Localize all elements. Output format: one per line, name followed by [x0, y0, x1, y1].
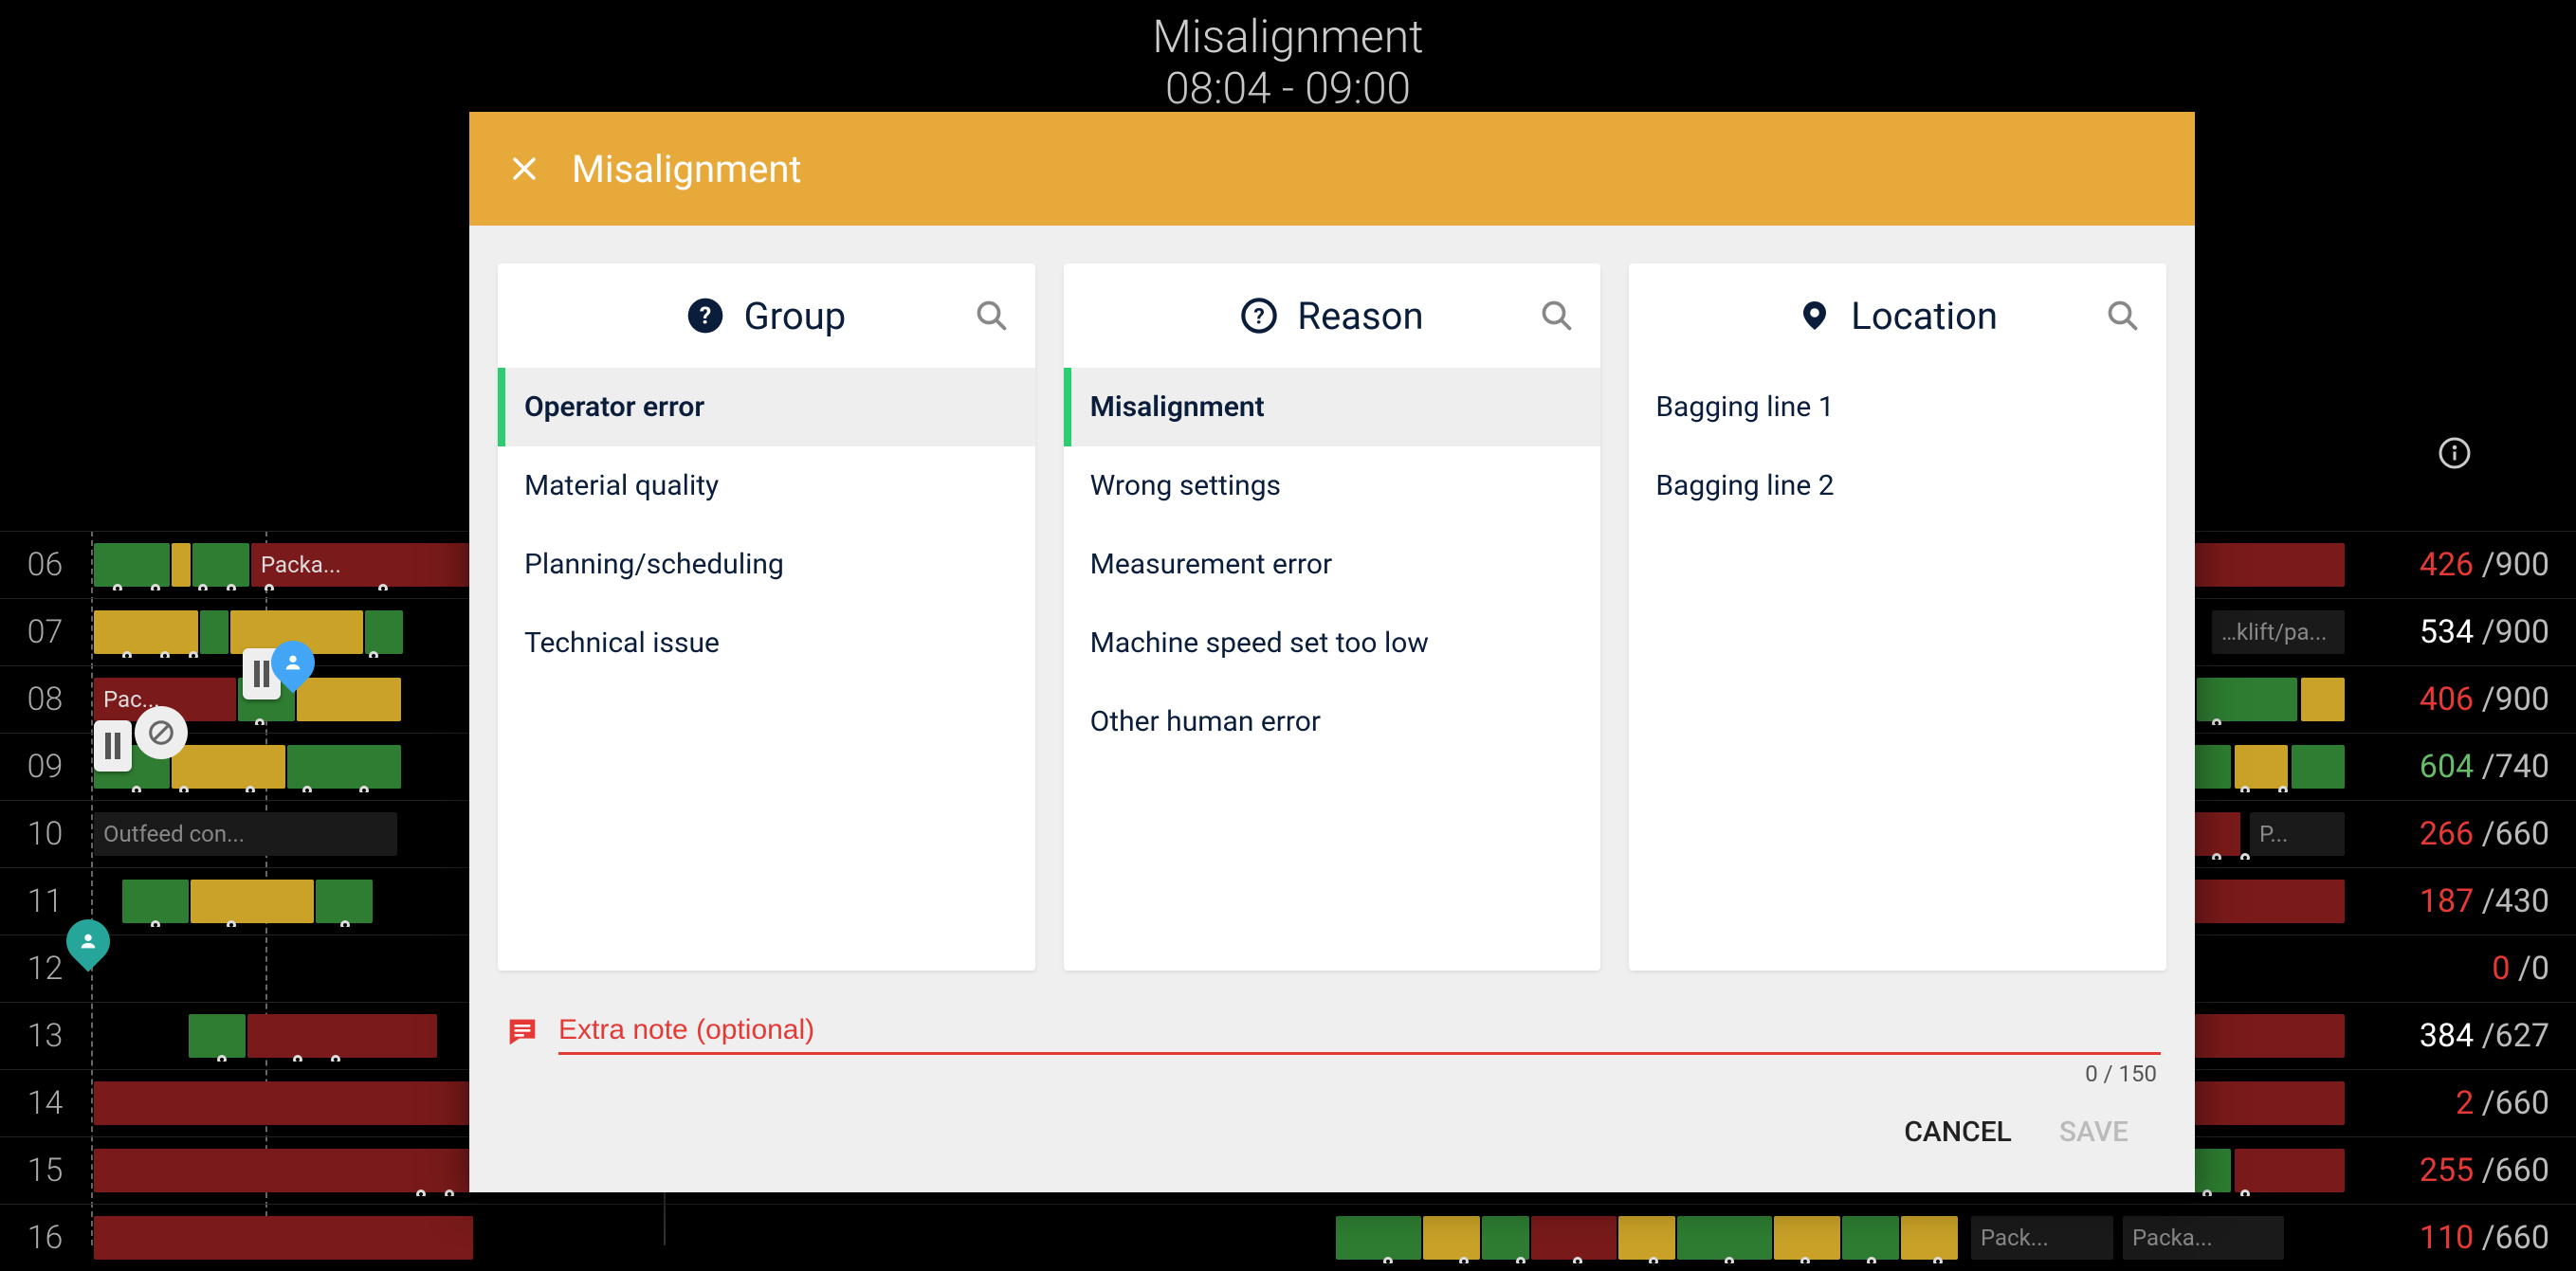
note-input[interactable]: [558, 1008, 2161, 1055]
list-item[interactable]: Technical issue: [498, 604, 1035, 682]
block-badge[interactable]: [135, 706, 188, 759]
hour-label: 06: [0, 546, 90, 584]
row-stats: 406 /900: [2348, 681, 2576, 718]
modal-title: Misalignment: [572, 147, 802, 191]
chip-label: Outfeed con...: [103, 821, 245, 847]
track[interactable]: Pack... Packa...: [94, 1212, 2345, 1263]
row-stats: 255 /660: [2348, 1152, 2576, 1189]
list-item[interactable]: Other human error: [1064, 682, 1601, 761]
row-stats: 110 /660: [2348, 1219, 2576, 1257]
note-row: [498, 1008, 2166, 1055]
panel-header: Location: [1629, 263, 2166, 368]
save-button[interactable]: SAVE: [2059, 1116, 2128, 1149]
hour-label: 09: [0, 748, 90, 786]
list-item[interactable]: Operator error: [498, 368, 1035, 446]
location-icon: [1798, 297, 1832, 335]
info-icon[interactable]: [2438, 436, 2472, 470]
row-stats: 0 /0: [2348, 950, 2576, 988]
list-item[interactable]: Machine speed set too low: [1064, 604, 1601, 682]
search-icon[interactable]: [975, 299, 1009, 333]
page-header: Misalignment 08:04 - 09:00: [0, 9, 2576, 115]
pause-badge[interactable]: [94, 720, 132, 772]
modal-body: ? Group Operator error Material quality …: [469, 226, 2195, 1192]
row-stats: 426 /900: [2348, 546, 2576, 584]
note-counter: 0 / 150: [498, 1061, 2166, 1087]
reason-list: Misalignment Wrong settings Measurement …: [1064, 368, 1601, 971]
cancel-button[interactable]: CANCEL: [1904, 1116, 2012, 1149]
row-stats: 2 /660: [2348, 1084, 2576, 1122]
group-panel: ? Group Operator error Material quality …: [498, 263, 1035, 971]
list-item[interactable]: Planning/scheduling: [498, 525, 1035, 604]
search-icon[interactable]: [2106, 299, 2140, 333]
row-stats: 604 /740: [2348, 748, 2576, 786]
hour-label: 16: [0, 1219, 90, 1257]
list-item[interactable]: Material quality: [498, 446, 1035, 525]
chip-label: Packa...: [2132, 1225, 2213, 1251]
chip-label: P...: [2259, 821, 2288, 847]
row-stats: 187 /430: [2348, 882, 2576, 920]
hour-label: 11: [0, 882, 90, 920]
panel-title: Reason: [1297, 294, 1423, 338]
location-panel: Location Bagging line 1 Bagging line 2: [1629, 263, 2166, 971]
close-icon[interactable]: [503, 148, 545, 190]
panel-title: Group: [743, 294, 846, 338]
help-outline-icon: ?: [1240, 297, 1278, 335]
time-range: 08:04 - 09:00: [0, 64, 2576, 115]
row-stats: 266 /660: [2348, 815, 2576, 853]
help-icon: ?: [686, 297, 724, 335]
hour-label: 10: [0, 815, 90, 853]
chip-label: Pack...: [1981, 1225, 2049, 1251]
chip-label: …klift/pa...: [2221, 619, 2328, 645]
svg-text:?: ?: [700, 302, 711, 330]
hour-label: 15: [0, 1152, 90, 1189]
hour-label: 14: [0, 1084, 90, 1122]
note-icon: [503, 1013, 541, 1051]
list-item[interactable]: Bagging line 2: [1629, 446, 2166, 525]
hour-label: 08: [0, 681, 90, 718]
row-stats: 534 /900: [2348, 613, 2576, 651]
panel-header: ? Group: [498, 263, 1035, 368]
chip-label: Packa...: [261, 552, 341, 578]
list-item[interactable]: Wrong settings: [1064, 446, 1601, 525]
reason-modal: Misalignment ? Group Operator error Mate…: [469, 112, 2195, 1192]
hour-label: 13: [0, 1017, 90, 1055]
list-item[interactable]: Measurement error: [1064, 525, 1601, 604]
modal-header: Misalignment: [469, 112, 2195, 226]
reason-panel: ? Reason Misalignment Wrong settings Mea…: [1064, 263, 1601, 971]
list-item[interactable]: Misalignment: [1064, 368, 1601, 446]
row-stats: 384 /627: [2348, 1017, 2576, 1055]
modal-actions: CANCEL SAVE: [498, 1087, 2166, 1177]
search-icon[interactable]: [1540, 299, 1574, 333]
list-item[interactable]: Bagging line 1: [1629, 368, 2166, 446]
hour-label: 07: [0, 613, 90, 651]
location-list: Bagging line 1 Bagging line 2: [1629, 368, 2166, 971]
panel-title: Location: [1851, 294, 1998, 338]
table-row: 16 Pack... Packa... 110 /660: [0, 1204, 2576, 1271]
page-title: Misalignment: [0, 9, 2576, 64]
svg-text:?: ?: [1254, 302, 1266, 329]
panel-header: ? Reason: [1064, 263, 1601, 368]
group-list: Operator error Material quality Planning…: [498, 368, 1035, 971]
